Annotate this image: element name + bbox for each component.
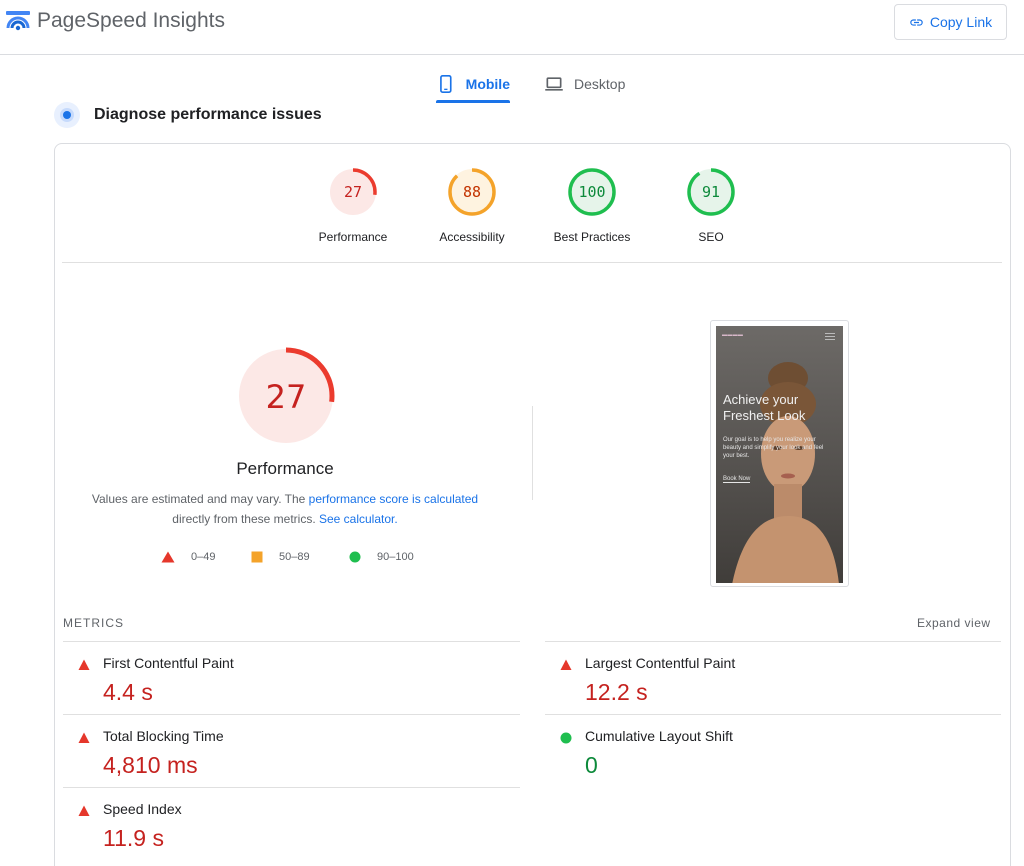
metric-name: First Contentful Paint: [103, 655, 234, 671]
metric-name: Speed Index: [103, 801, 182, 817]
smartphone-icon: [440, 74, 452, 94]
gauge-label: Best Practices: [553, 230, 631, 244]
screenshot-image: ▬▬▬▬ Achieve your Freshest Look Our goal…: [716, 326, 843, 583]
gauge-score: 27: [344, 183, 362, 201]
metric-divider: [545, 641, 1001, 642]
legend-range: 50–89: [279, 551, 310, 563]
gauge-score: 88: [463, 183, 481, 201]
copy-link-button[interactable]: Copy Link: [894, 4, 1007, 40]
desc-text: Values are estimated and may vary. The: [91, 492, 309, 506]
metric-divider: [63, 787, 520, 788]
metric-cumulative-layout-shift: Cumulative Layout Shift 0: [545, 716, 985, 786]
link-icon: [910, 18, 923, 26]
legend-range: 0–49: [191, 551, 216, 563]
legend-average: 50–89: [251, 549, 310, 565]
fail-triangle-icon: [78, 732, 90, 743]
gauge-score: 100: [578, 183, 605, 201]
gauges-divider: [62, 262, 1002, 263]
final-screenshot[interactable]: ▬▬▬▬ Achieve your Freshest Look Our goal…: [710, 320, 849, 587]
metric-divider: [63, 641, 520, 642]
average-square-icon: [251, 551, 263, 563]
hamburger-menu-icon: [825, 333, 835, 340]
tab-desktop-label: Desktop: [574, 76, 626, 92]
performance-description: Values are estimated and may vary. The p…: [85, 489, 485, 529]
fail-triangle-icon: [78, 805, 90, 816]
performance-big-label: Performance: [236, 459, 334, 478]
metric-name: Total Blocking Time: [103, 728, 224, 744]
fail-triangle-icon: [161, 551, 175, 563]
gauge-performance[interactable]: 27 Performance: [303, 166, 403, 248]
laptop-icon: [545, 77, 563, 91]
legend-pass: 90–100: [349, 549, 414, 565]
gauge-label: Performance: [318, 230, 388, 244]
performance-score-link[interactable]: performance score is calculated: [309, 492, 478, 506]
screenshot-paragraph: Our goal is to help you realize your bea…: [723, 437, 824, 459]
metric-value: 12.2 s: [585, 679, 648, 705]
gauge-label: SEO: [698, 230, 724, 244]
pass-circle-icon: [349, 551, 361, 563]
metric-value: 0: [585, 752, 598, 778]
gauge-label: Accessibility: [439, 230, 505, 244]
gauge-ring: 100: [568, 168, 616, 216]
screenshot-cta: Book Now: [723, 476, 751, 483]
gauge-ring: 27: [329, 168, 377, 216]
legend-range: 90–100: [377, 551, 414, 563]
metric-value: 11.9 s: [103, 825, 164, 851]
expand-view-button[interactable]: Expand view: [917, 616, 991, 630]
copy-link-label: Copy Link: [929, 14, 993, 30]
tab-mobile-label: Mobile: [465, 76, 510, 92]
portrait-photo: [732, 362, 839, 583]
metric-total-blocking-time: Total Blocking Time 4,810 ms: [63, 716, 503, 786]
brand-title: PageSpeed Insights: [37, 9, 225, 32]
tab-desktop[interactable]: Desktop: [544, 66, 636, 102]
metric-value: 4.4 s: [103, 679, 153, 705]
fail-triangle-icon: [78, 659, 90, 670]
metric-divider: [545, 714, 1001, 715]
tab-mobile[interactable]: Mobile: [436, 66, 510, 103]
diagnose-icon: [54, 102, 80, 128]
section-title: Diagnose performance issues: [94, 106, 322, 123]
metric-largest-contentful-paint: Largest Contentful Paint 12.2 s: [545, 643, 985, 713]
metric-speed-index: Speed Index 11.9 s: [63, 789, 503, 859]
metric-name: Largest Contentful Paint: [585, 655, 736, 671]
screenshot-site-name: ▬▬▬▬: [722, 332, 744, 338]
metric-divider: [63, 714, 520, 715]
desc-text: directly from these metrics.: [172, 512, 319, 526]
performance-big-score: 27: [266, 378, 307, 416]
vertical-separator: [532, 406, 533, 500]
gauge-ring: 88: [448, 168, 496, 216]
top-header: PageSpeed Insights Copy Link: [0, 0, 1024, 55]
see-calculator-link[interactable]: See calculator.: [319, 512, 398, 526]
metric-value: 4,810 ms: [103, 752, 198, 778]
metric-name: Cumulative Layout Shift: [585, 728, 733, 744]
screenshot-headline: Achieve your Freshest Look: [723, 392, 806, 423]
metrics-title: METRICS: [63, 616, 124, 630]
screenshot-topbar: ▬▬▬▬: [716, 326, 843, 348]
pass-circle-icon: [560, 732, 572, 744]
pagespeed-logo-icon: [6, 11, 30, 31]
gauge-ring: 91: [687, 168, 735, 216]
metric-first-contentful-paint: First Contentful Paint 4.4 s: [63, 643, 503, 713]
gauge-seo[interactable]: 91 SEO: [661, 166, 761, 248]
gauge-best-practices[interactable]: 100 Best Practices: [542, 166, 642, 248]
gauge-score: 91: [702, 183, 720, 201]
gauge-accessibility[interactable]: 88 Accessibility: [422, 166, 522, 248]
fail-triangle-icon: [560, 659, 572, 670]
performance-big-gauge: 27: [237, 347, 335, 445]
legend-fail: 0–49: [161, 549, 215, 565]
